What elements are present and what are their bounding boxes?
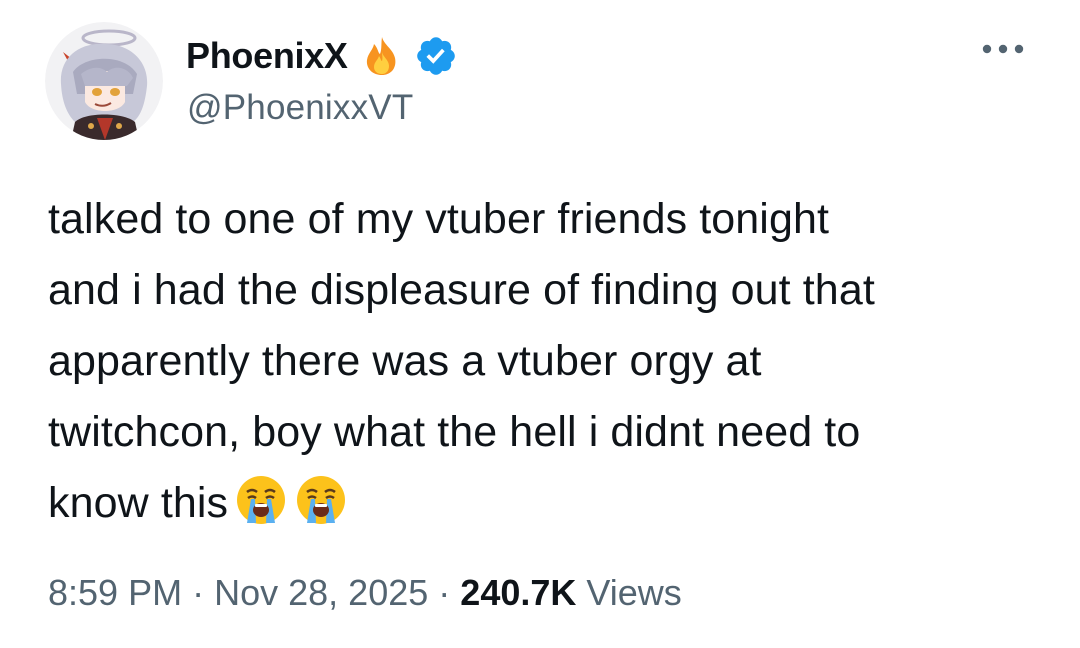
- more-options-button[interactable]: [975, 34, 1031, 64]
- loudly-crying-face-icon: [237, 476, 286, 524]
- tweet-meta: 8:59 PM · Nov 28, 2025 · 240.7K Views: [48, 572, 682, 614]
- loudly-crying-face-icon: [297, 476, 346, 524]
- views-label: Views: [586, 572, 682, 613]
- author-name-row: PhoenixX: [186, 28, 458, 84]
- tweet-time[interactable]: 8:59 PM: [48, 572, 182, 613]
- more-options-icon: [982, 44, 1024, 54]
- author-handle[interactable]: @PhoenixxVT: [187, 88, 413, 128]
- tweet-text: talked to one of my vtuber friends tonig…: [48, 184, 1048, 539]
- tweet-card: PhoenixX @PhoenixxVT talked to one of my…: [0, 0, 1080, 648]
- meta-separator: ·: [192, 572, 205, 613]
- verified-badge-icon[interactable]: [414, 34, 458, 78]
- views-count[interactable]: 240.7K: [460, 572, 576, 613]
- tweet-text-line: apparently there was a vtuber orgy at: [48, 337, 762, 385]
- fire-icon: [360, 34, 404, 78]
- emoji-group: [234, 473, 354, 527]
- tweet-text-line-content: know this: [48, 479, 229, 527]
- tweet-text-line: talked to one of my vtuber friends tonig…: [48, 195, 830, 243]
- tweet-text-line: and i had the displeasure of finding out…: [48, 266, 875, 314]
- tweet-text-line: twitchcon, boy what the hell i didnt nee…: [48, 408, 861, 456]
- author-display-name[interactable]: PhoenixX: [186, 35, 348, 77]
- meta-separator: ·: [438, 572, 451, 613]
- tweet-text-line-last: know this: [48, 468, 1048, 539]
- avatar[interactable]: [45, 22, 163, 140]
- tweet-date[interactable]: Nov 28, 2025: [214, 572, 428, 613]
